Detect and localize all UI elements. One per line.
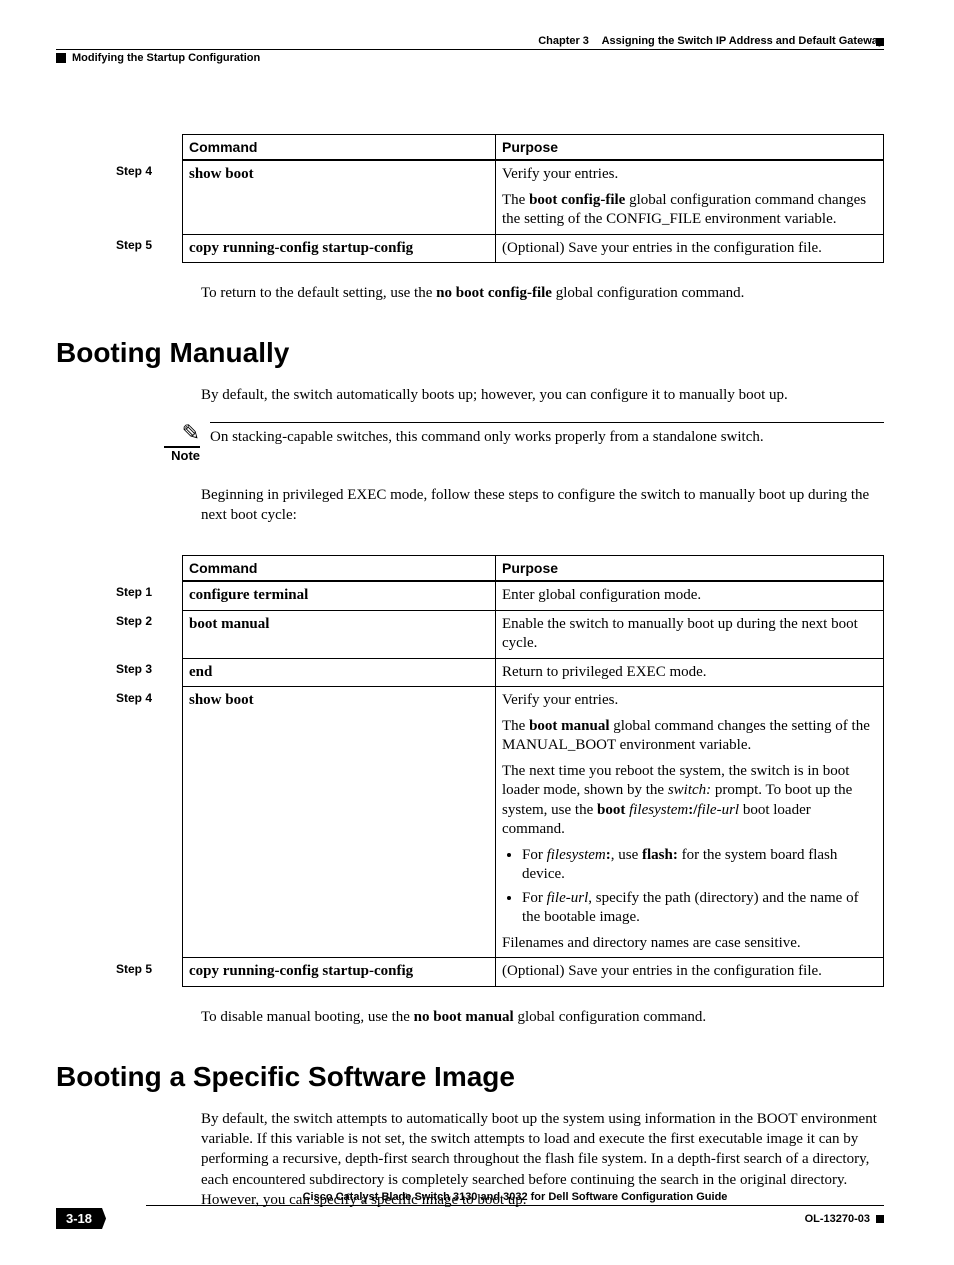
footer-marker-icon — [876, 1215, 884, 1223]
paragraph: By default, the switch automatically boo… — [201, 385, 884, 405]
running-header-right: Chapter 3 Assigning the Switch IP Addres… — [538, 35, 884, 47]
purpose-cell: Verify your entries. The boot config-fil… — [496, 160, 884, 234]
purpose-cell: Return to privileged EXEC mode. — [496, 658, 884, 687]
note-text: On stacking-capable switches, this comma… — [210, 422, 884, 465]
th-purpose: Purpose — [496, 135, 884, 161]
step-label: Step 1 — [116, 581, 183, 610]
book-title: Cisco Catalyst Blade Switch 3130 and 303… — [146, 1191, 884, 1206]
paragraph: To disable manual booting, use the no bo… — [201, 1007, 884, 1027]
purpose-cell: Verify your entries. The boot manual glo… — [496, 687, 884, 958]
doc-id: OL-13270-03 — [805, 1213, 870, 1225]
th-purpose: Purpose — [496, 556, 884, 582]
command-cell: copy running-config startup-config — [183, 958, 496, 987]
command-cell: show boot — [183, 160, 496, 234]
purpose-cell: (Optional) Save your entries in the conf… — [496, 958, 884, 987]
chapter-number: Chapter 3 — [538, 35, 589, 47]
command-cell: show boot — [183, 687, 496, 958]
pencil-icon: ✎ — [164, 422, 200, 448]
step-label: Step 5 — [116, 234, 183, 263]
command-cell: copy running-config startup-config — [183, 234, 496, 263]
section-label: Modifying the Startup Configuration — [72, 52, 260, 64]
step-label: Step 4 — [116, 160, 183, 234]
heading-booting-manually: Booting Manually — [56, 337, 884, 369]
note-label: Note — [171, 448, 200, 463]
chapter-title: Assigning the Switch IP Address and Defa… — [602, 35, 884, 47]
step-label: Step 4 — [116, 687, 183, 958]
purpose-cell: Enable the switch to manually boot up du… — [496, 610, 884, 658]
page-footer: Cisco Catalyst Blade Switch 3130 and 303… — [56, 1191, 884, 1229]
paragraph: Beginning in privileged EXEC mode, follo… — [201, 485, 884, 526]
step-label: Step 5 — [116, 958, 183, 987]
step-label: Step 2 — [116, 610, 183, 658]
step-label: Step 3 — [116, 658, 183, 687]
command-table-1: Command Purpose Step 4 show boot Verify … — [116, 134, 884, 263]
command-table-2: Command Purpose Step 1 configure termina… — [116, 555, 884, 987]
command-cell: end — [183, 658, 496, 687]
section-marker-icon — [56, 53, 66, 63]
purpose-cell: (Optional) Save your entries in the conf… — [496, 234, 884, 263]
heading-booting-specific-image: Booting a Specific Software Image — [56, 1061, 884, 1093]
command-cell: boot manual — [183, 610, 496, 658]
th-command: Command — [183, 135, 496, 161]
th-command: Command — [183, 556, 496, 582]
header-marker-icon — [876, 38, 884, 46]
purpose-cell: Enter global configuration mode. — [496, 581, 884, 610]
list-item: For file-url, specify the path (director… — [522, 889, 877, 928]
list-item: For filesystem:, use flash: for the syst… — [522, 846, 877, 885]
paragraph: To return to the default setting, use th… — [201, 283, 884, 303]
page-number: 3-18 — [56, 1208, 106, 1229]
note-block: ✎ Note On stacking-capable switches, thi… — [144, 422, 884, 465]
command-cell: configure terminal — [183, 581, 496, 610]
